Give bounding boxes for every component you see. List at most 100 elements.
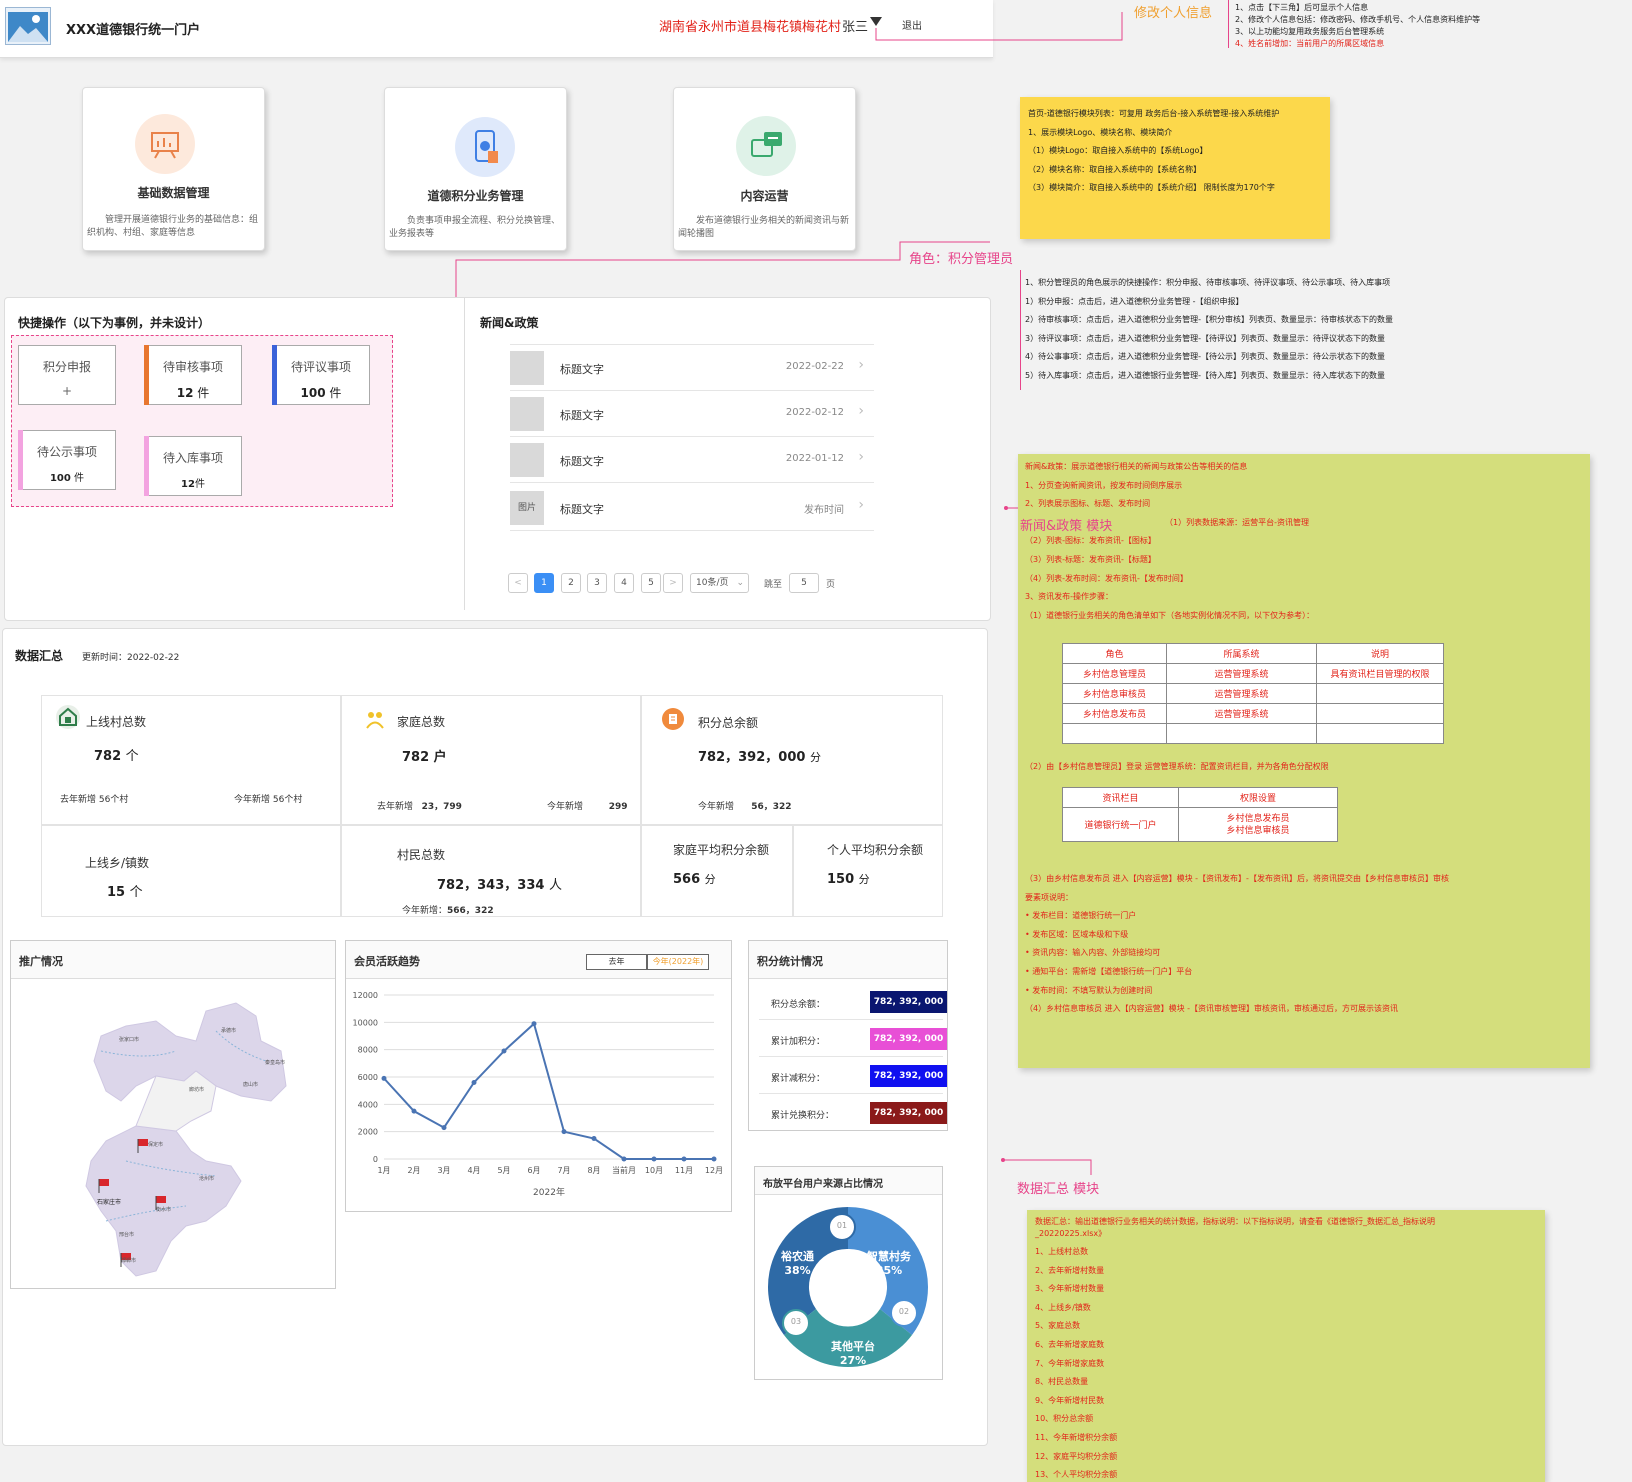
th: 资讯栏目: [1062, 787, 1179, 808]
x-tick-label: 当前月: [612, 1165, 636, 1175]
note-line: 2、列表展示图标、标题、发布时间: [1025, 499, 1151, 509]
note-line: 9、今年新增村民数: [1035, 1395, 1105, 1405]
stat-unit: 户: [433, 750, 447, 765]
sub-label: 今年新增: [547, 802, 584, 812]
note-line: （2）模块名称：取自接入系统中的【系统名称】: [1028, 164, 1202, 174]
jump-input[interactable]: 5: [789, 573, 819, 593]
user-source-panel: 布放平台用户来源占比情况 01 02 03 裕农通 38% 智慧村务 35% 其他平…: [754, 1166, 943, 1380]
x-tick-label: 2月: [407, 1166, 420, 1175]
note-summary: 数据汇总：输出道德银行业务相关的统计数据，指标说明：以下指标说明，请查看《道德银…: [1027, 1210, 1545, 1482]
stat-num: 150: [827, 872, 855, 887]
stat-unit: 分: [858, 873, 870, 886]
panel-title: 推广情况: [19, 955, 63, 968]
news-thumb: [510, 397, 544, 431]
pager-prev[interactable]: <: [508, 573, 528, 593]
accent-bar: [144, 345, 149, 405]
note-line: 11、今年新增积分余额: [1035, 1432, 1118, 1442]
logo-icon: [5, 7, 51, 45]
panel-header: 推广情况: [11, 941, 335, 979]
module-card-basic[interactable]: 基础数据管理 管理开展道德银行业务的基础信息：组织机构、村组、家庭等信息: [82, 87, 265, 251]
x-tick-label: 11月: [675, 1166, 693, 1175]
td: [1316, 723, 1444, 744]
news-row-date: 发布时间: [804, 505, 844, 516]
annot-line: 2、修改个人信息包括：修改密码、修改手机号、个人信息资料维护等: [1235, 15, 1481, 24]
news-row[interactable]: 标题文字 2022-02-12 ›: [510, 391, 874, 437]
quick-pending-storage[interactable]: 待入库事项 12件: [144, 436, 242, 496]
tab-this-year[interactable]: 今年(2022年): [647, 954, 709, 970]
note-line: （2）列表-图标：发布资讯-【图标】: [1025, 536, 1156, 546]
panel-title: 会员活跃趋势: [354, 955, 420, 968]
role-table: 角色 所属系统 说明 乡村信息管理员 运营管理系统 具有资讯栏目管理的权限 乡村信息审核…: [1062, 643, 1444, 744]
column-permission-table: 资讯栏目 权限设置 道德银行统一门户 乡村信息发布员 乡村信息审核员: [1062, 787, 1338, 842]
chevron-right-icon: ›: [858, 449, 864, 465]
quick-label: 待公示事项: [36, 445, 97, 459]
stat-num: 782: [94, 749, 122, 764]
map-city: 衡水市: [156, 1207, 172, 1213]
pager-page-1[interactable]: 1: [534, 573, 554, 593]
stat-unit: 个: [125, 749, 139, 764]
stat-villagers: 村民总数 782，343，334 人 今年新增：566，322: [341, 825, 641, 917]
th: 权限设置: [1178, 787, 1338, 808]
quick-count: 100 件: [273, 384, 369, 401]
house-icon: [56, 705, 80, 729]
news-row-date: 2022-01-12: [785, 453, 844, 464]
quick-count: 12件: [145, 475, 241, 490]
pager-page-3[interactable]: 3: [587, 573, 607, 593]
td: [1062, 723, 1167, 744]
stat-key: 累计兑换积分：: [771, 1111, 835, 1121]
note-line: 8、村民总数量: [1035, 1377, 1089, 1387]
note-module-list: 首页-道德银行模块列表：可复用 政务后台-接入系统管理-接入系统维护 1、展示模…: [1020, 97, 1330, 239]
quick-count: 12 件: [145, 384, 241, 401]
trend-point: [411, 1108, 417, 1114]
stat-key: 积分总余额：: [771, 1000, 826, 1010]
trend-point: [561, 1129, 567, 1135]
point-stat-row: 累计减积分： 782, 392, 000: [759, 1060, 947, 1094]
slice-name: 裕农通: [781, 1250, 814, 1263]
stat-value: 782，343，334 人: [437, 874, 562, 893]
annot-line: 5）待入库事项：点击后，进入道德银行业务管理-【待入库】列表页、数量显示：待入库…: [1025, 370, 1385, 380]
sub-value: 23，799: [421, 802, 462, 812]
count-unit: 件: [70, 473, 85, 484]
news-row[interactable]: 标题文字 2022-01-12 ›: [510, 437, 874, 483]
annot-line: 1）积分申报：点击后，进入道德积分业务管理 -【组织申报】: [1025, 296, 1244, 306]
quick-pending-review[interactable]: 待审核事项 12 件: [144, 345, 242, 405]
user-location: 湖南省永州市道县梅花镇梅花村: [659, 20, 842, 35]
sub-value: 299: [608, 802, 628, 812]
x-tick-label: 6月: [527, 1166, 540, 1175]
quick-apply-points[interactable]: 积分申报 +: [18, 345, 116, 405]
tab-last-year[interactable]: 去年: [586, 954, 647, 970]
pager-page-5[interactable]: 5: [641, 573, 661, 593]
quick-pending-evaluation[interactable]: 待评议事项 100 件: [272, 345, 370, 405]
note-line: （1）模块Logo：取自接入系统中的【系统Logo】: [1028, 146, 1208, 155]
pager-next[interactable]: >: [663, 573, 683, 593]
x-tick-label: 5月: [497, 1166, 510, 1175]
news-row[interactable]: 标题文字 2022-02-22 ›: [510, 345, 874, 391]
pager-page-2[interactable]: 2: [561, 573, 581, 593]
annot-role-lines: 1、积分管理员的角色展示的快捷操作：积分申报、待审核事项、待评议事项、待公示事项…: [1025, 274, 1393, 386]
note-line: 4、上线乡/镇数: [1035, 1302, 1091, 1312]
sub-label: 去年新增: [377, 802, 414, 812]
count-unit: 件: [325, 386, 342, 400]
stat-unit: 个: [129, 885, 143, 900]
note-line: （3）由乡村信息发布员 进入【内容运营】模块 -【资讯发布】-【发布资讯】后，将…: [1025, 874, 1449, 883]
stat-points: 积分总余额 782，392，000 分 今年新增 56，322: [641, 695, 943, 825]
note-line: 10、积分总余额: [1035, 1414, 1094, 1424]
trend-point: [711, 1156, 717, 1162]
news-row-title: 标题文字: [560, 455, 604, 468]
x-tick-label: 4月: [467, 1166, 480, 1175]
note-line: 12、家庭平均积分余额: [1035, 1451, 1118, 1461]
pager-page-4[interactable]: 4: [614, 573, 634, 593]
td: 运营管理系统: [1166, 663, 1317, 684]
note-line: 1、展示模块Logo、模块名称、模块简介: [1028, 127, 1173, 137]
stat-label: 家庭平均积分余额: [673, 843, 770, 857]
module-card-points[interactable]: 道德积分业务管理 负责事项申报全流程、积分兑换管理、业务报表等: [384, 87, 567, 251]
td: 运营管理系统: [1166, 703, 1317, 724]
quick-pending-publicity[interactable]: 待公示事项 100 件: [18, 430, 116, 490]
module-card-content[interactable]: 内容运营 发布道德银行业务相关的新闻资讯与新闻轮播图: [673, 87, 856, 251]
news-row[interactable]: 图片 标题文字 发布时间 ›: [510, 485, 874, 531]
page-size-select[interactable]: 10条/页 ⌄: [690, 573, 749, 593]
note-step2: （2）由【乡村信息管理员】登录 运营管理系统：配置资讯栏目，并为各角色分配权限: [1025, 762, 1329, 771]
trend-point: [531, 1021, 537, 1027]
annot-profile-lines: 1、点击【下三角】后可显示个人信息 2、修改个人信息包括：修改密码、修改手机号、…: [1235, 2, 1480, 50]
x-tick-label: 1月: [377, 1166, 390, 1175]
